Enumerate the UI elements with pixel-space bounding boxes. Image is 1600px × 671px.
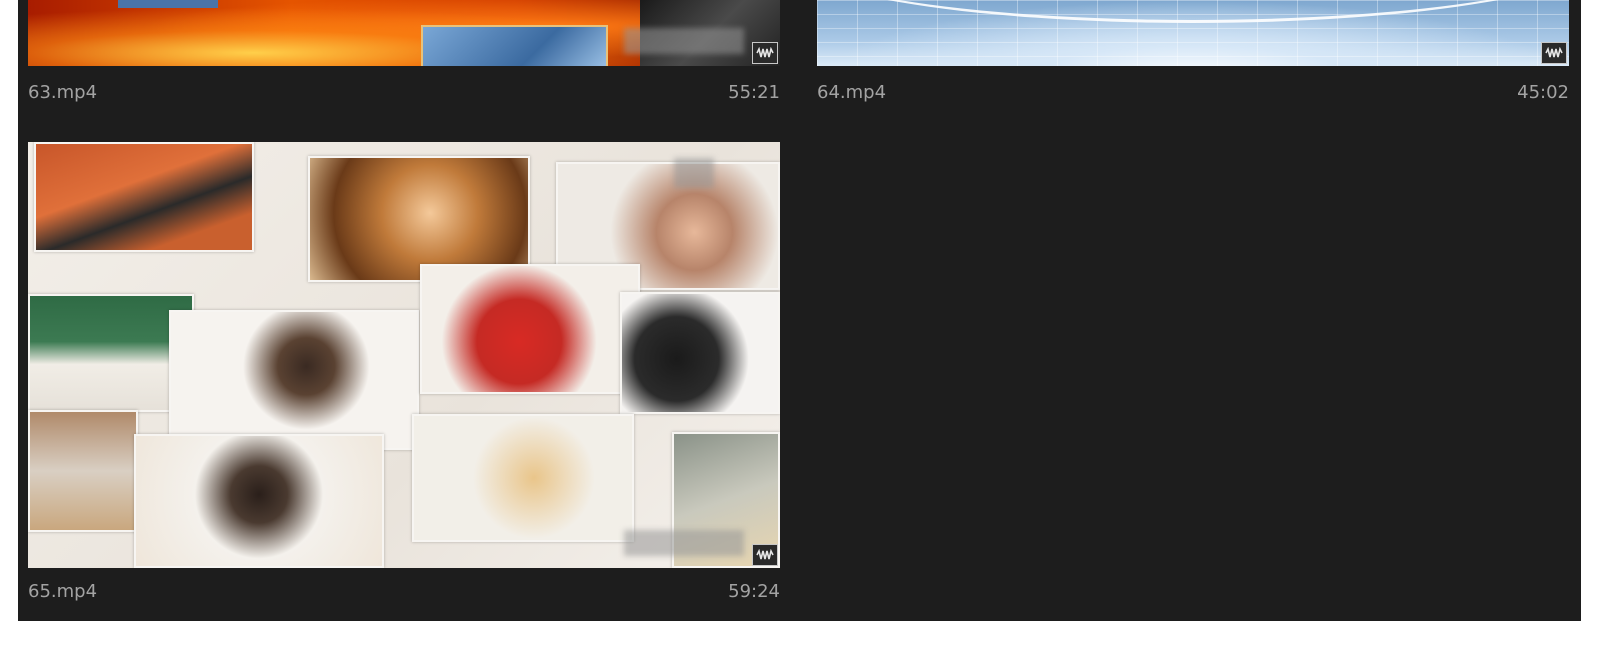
- clip-meta: 63.mp4 55:21: [28, 81, 780, 105]
- thumbnail-photo: [421, 25, 608, 66]
- collage-photo: [412, 414, 634, 542]
- clip-duration: 45:02: [1517, 82, 1569, 103]
- clip-duration: 59:24: [728, 581, 780, 602]
- clip-filename: 65.mp4: [28, 581, 98, 602]
- collage-photo: [134, 434, 384, 568]
- media-bin-panel: 63.mp4 55:21 64.mp4 45:02 65.mp4 59:24: [18, 0, 1581, 621]
- collage-photo: [34, 142, 254, 252]
- clip-filename: 64.mp4: [817, 82, 887, 103]
- collage-photo: [420, 264, 640, 394]
- clip-thumbnail[interactable]: [28, 0, 780, 66]
- audio-waveform-icon: [752, 544, 778, 566]
- clip-meta: 65.mp4 59:24: [28, 580, 780, 604]
- collage-photo: [28, 410, 138, 532]
- audio-waveform-icon: [1541, 42, 1567, 64]
- clip-thumbnail[interactable]: [28, 142, 780, 568]
- collage-photo: [620, 292, 780, 414]
- collage-photo: [169, 310, 419, 450]
- clip-thumbnail[interactable]: [817, 0, 1569, 66]
- clip-filename: 63.mp4: [28, 82, 98, 103]
- audio-waveform-icon: [752, 42, 778, 64]
- clip-meta: 64.mp4 45:02: [817, 81, 1569, 105]
- clip-duration: 55:21: [728, 82, 780, 103]
